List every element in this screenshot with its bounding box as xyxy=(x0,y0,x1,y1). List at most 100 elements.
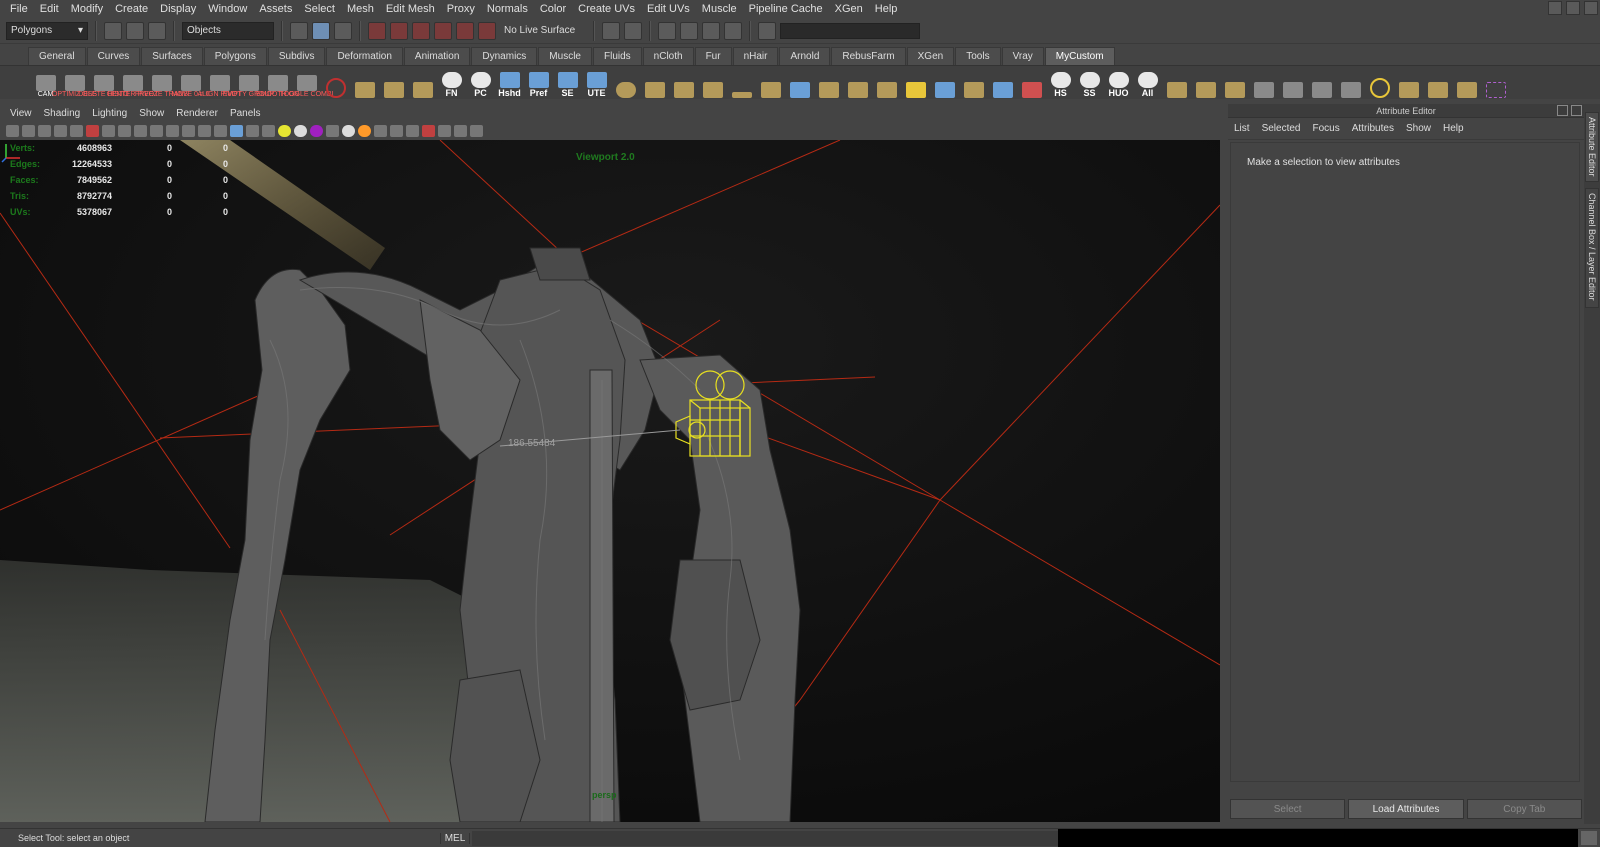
tab-dynamics[interactable]: Dynamics xyxy=(471,47,538,65)
tab-channel-box[interactable]: Channel Box / Layer Editor xyxy=(1585,188,1599,308)
render-settings-icon[interactable] xyxy=(702,21,720,40)
tab-xgen[interactable]: XGen xyxy=(906,47,955,65)
menu-mesh[interactable]: Mesh xyxy=(341,3,380,15)
menu-xgen[interactable]: XGen xyxy=(829,3,869,15)
2d-pan-icon[interactable] xyxy=(70,125,83,137)
panel-menu-shading[interactable]: Shading xyxy=(38,108,87,119)
image-plane-icon[interactable] xyxy=(54,125,67,137)
tab-subdivs[interactable]: Subdivs xyxy=(267,47,326,65)
command-line-input[interactable] xyxy=(472,830,1058,846)
shelf-node-button[interactable] xyxy=(1279,68,1306,98)
menu-normals[interactable]: Normals xyxy=(481,3,534,15)
menu-edit-uvs[interactable]: Edit UVs xyxy=(641,3,696,15)
shelf-uv-button[interactable] xyxy=(931,68,958,98)
tab-arnold[interactable]: Arnold xyxy=(779,47,831,65)
shelf-stack-button[interactable] xyxy=(1163,68,1190,98)
shelf-cube-button[interactable] xyxy=(641,68,668,98)
menu-edit[interactable]: Edit xyxy=(34,3,65,15)
history-icon[interactable] xyxy=(602,21,620,40)
tab-surfaces[interactable]: Surfaces xyxy=(141,47,203,65)
shelf-pc-button[interactable]: PC xyxy=(467,68,494,98)
select-hierarchy-icon[interactable] xyxy=(290,21,308,40)
xray-icon[interactable] xyxy=(390,125,403,137)
shelf-cylinder-button[interactable] xyxy=(699,68,726,98)
menu-display[interactable]: Display xyxy=(154,3,202,15)
shelf-hshd-button[interactable]: Hshd xyxy=(496,68,523,98)
tab-general[interactable]: General xyxy=(28,47,86,65)
new-scene-icon[interactable] xyxy=(104,21,122,40)
shelf-tool-button[interactable] xyxy=(380,68,407,98)
shelf-hs-button[interactable]: HS xyxy=(1047,68,1074,98)
select-object-icon[interactable] xyxy=(312,21,330,40)
menu-edit-mesh[interactable]: Edit Mesh xyxy=(380,3,441,15)
snap-curve-icon[interactable] xyxy=(390,21,408,40)
xray-joints-icon[interactable] xyxy=(406,125,419,137)
grease-pencil-icon[interactable] xyxy=(86,125,99,137)
layout-quad-icon[interactable] xyxy=(1566,1,1580,15)
select-camera-icon[interactable] xyxy=(6,125,19,137)
shadows-icon[interactable] xyxy=(294,125,307,137)
snap-surface-icon[interactable] xyxy=(456,21,474,40)
bounding-box-icon[interactable] xyxy=(454,125,467,137)
render-view-icon[interactable] xyxy=(624,21,642,40)
mel-label[interactable]: MEL xyxy=(440,832,470,844)
tab-curves[interactable]: Curves xyxy=(86,47,141,65)
script-editor-icon[interactable] xyxy=(1581,831,1597,845)
make-live-icon[interactable] xyxy=(478,21,496,40)
shelf-toggle-combine-button[interactable]: TOGGLE COMBI xyxy=(280,68,333,98)
menu-assets[interactable]: Assets xyxy=(253,3,298,15)
shelf-uv-button[interactable] xyxy=(757,68,784,98)
resolution-gate-icon[interactable] xyxy=(134,125,147,137)
panel-menu-panels[interactable]: Panels xyxy=(224,108,267,119)
menu-create-uvs[interactable]: Create UVs xyxy=(572,3,641,15)
shelf-circle-button[interactable] xyxy=(322,68,349,98)
wireframe-icon[interactable] xyxy=(214,125,227,137)
shelf-pref-button[interactable]: Pref xyxy=(525,68,552,98)
menu-proxy[interactable]: Proxy xyxy=(441,3,481,15)
select-mode-dropdown[interactable]: Objects xyxy=(182,21,274,40)
panel-menu-renderer[interactable]: Renderer xyxy=(170,108,224,119)
panel-menu-show[interactable]: Show xyxy=(133,108,170,119)
shelf-cone-button[interactable] xyxy=(1018,68,1045,98)
tab-deformation[interactable]: Deformation xyxy=(326,47,403,65)
shelf-ss-button[interactable]: SS xyxy=(1076,68,1103,98)
gate-mask-icon[interactable] xyxy=(150,125,163,137)
shelf-huo-button[interactable]: HUO xyxy=(1105,68,1132,98)
select-component-icon[interactable] xyxy=(334,21,352,40)
shelf-stack-button[interactable] xyxy=(1192,68,1219,98)
shelf-paint-button[interactable] xyxy=(1250,68,1277,98)
tab-fur[interactable]: Fur xyxy=(694,47,732,65)
shelf-stair-button[interactable] xyxy=(1453,68,1480,98)
copy-tab-button[interactable]: Copy Tab xyxy=(1466,799,1582,819)
shelf-ute-button[interactable]: UTE xyxy=(583,68,610,98)
tab-attribute-editor[interactable]: Attribute Editor xyxy=(1585,112,1599,182)
shelf-uv-button[interactable] xyxy=(902,68,929,98)
tab-tools[interactable]: Tools xyxy=(955,47,1001,65)
shelf-plane-button[interactable] xyxy=(670,68,697,98)
safe-title-icon[interactable] xyxy=(198,125,211,137)
tab-mycustom[interactable]: MyCustom xyxy=(1044,47,1115,65)
shelf-all-button[interactable]: All xyxy=(1134,68,1161,98)
input-mode-icon[interactable] xyxy=(758,21,776,40)
shelf-uv-button[interactable] xyxy=(873,68,900,98)
snap-grid-icon[interactable] xyxy=(368,21,386,40)
shelf-uv-button[interactable] xyxy=(960,68,987,98)
snap-plane-icon[interactable] xyxy=(434,21,452,40)
open-scene-icon[interactable] xyxy=(126,21,144,40)
layout-single-icon[interactable] xyxy=(1548,1,1562,15)
smooth-shade-icon[interactable] xyxy=(230,125,243,137)
shelf-uv-button[interactable] xyxy=(844,68,871,98)
hypershade-icon[interactable] xyxy=(724,21,742,40)
tab-fluids[interactable]: Fluids xyxy=(592,47,642,65)
attr-menu-show[interactable]: Show xyxy=(1402,123,1439,134)
menu-help[interactable]: Help xyxy=(869,3,904,15)
menuset-dropdown[interactable]: Polygons ▾ xyxy=(6,21,88,40)
snap-point-icon[interactable] xyxy=(412,21,430,40)
ipr-render-icon[interactable] xyxy=(680,21,698,40)
menu-muscle[interactable]: Muscle xyxy=(696,3,743,15)
tab-polygons[interactable]: Polygons xyxy=(203,47,267,65)
multisample-aa-icon[interactable] xyxy=(342,125,355,137)
attr-menu-help[interactable]: Help xyxy=(1439,123,1472,134)
shelf-lattice-button[interactable] xyxy=(989,68,1016,98)
panel-splitter[interactable] xyxy=(1220,104,1228,824)
